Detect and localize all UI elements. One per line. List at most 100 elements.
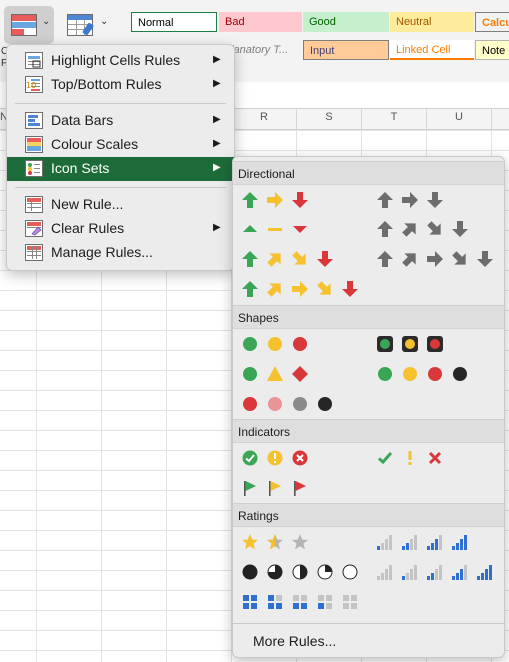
- menu-item-data-bars[interactable]: Data Bars ▶: [7, 109, 234, 133]
- signal-2-icon: [427, 565, 442, 580]
- quarter-empty-icon: [342, 564, 358, 580]
- menu-item-colour-scales[interactable]: Colour Scales ▶: [7, 133, 234, 157]
- flag-red-icon: [294, 481, 306, 496]
- submenu-arrow-icon: ▶: [213, 138, 221, 149]
- boxes-4-icon: [243, 595, 257, 609]
- icon-set-3-symbols-circled[interactable]: [241, 445, 331, 471]
- quarter-three-icon: [267, 564, 283, 580]
- column-header-u[interactable]: U: [449, 111, 469, 123]
- conditional-formatting-icon: [11, 14, 37, 36]
- arrow-down-right-gray-icon: [452, 251, 466, 265]
- format-as-table-button[interactable]: ⌄: [64, 6, 112, 44]
- triangle-down-red-icon: [293, 226, 307, 233]
- circle-red-icon: [243, 397, 257, 411]
- colour-scales-icon: [25, 136, 43, 153]
- star-half-icon: [267, 534, 283, 550]
- column-header-s[interactable]: S: [319, 111, 339, 123]
- menu-item-label: Top/Bottom Rules: [51, 76, 162, 92]
- circle-green-icon: [243, 367, 257, 381]
- menu-item-manage-rules[interactable]: Manage Rules...: [7, 241, 234, 265]
- conditional-formatting-menu: Highlight Cells Rules ▶ 10 Top/Bottom Ru…: [6, 44, 235, 271]
- icon-sets-icon: [25, 160, 43, 177]
- arrow-right-gray-icon: [402, 192, 418, 208]
- menu-item-label: New Rule...: [51, 196, 124, 212]
- menu-divider: [15, 103, 226, 104]
- menu-item-clear-rules[interactable]: Clear Rules ▶: [7, 217, 234, 241]
- cell-style-neutral[interactable]: Neutral: [390, 12, 474, 32]
- menu-divider: [15, 187, 226, 188]
- icon-set-5-arrows-gray[interactable]: [376, 246, 501, 272]
- exclamation-yellow-icon: [408, 451, 412, 465]
- arrow-up-right-yellow-icon: [267, 253, 281, 267]
- svg-text:10: 10: [26, 81, 36, 90]
- menu-item-top-bottom-rules[interactable]: 10 Top/Bottom Rules ▶: [7, 73, 234, 97]
- icon-set-3-stars[interactable]: [241, 529, 331, 555]
- circle-pink-icon: [268, 397, 282, 411]
- icon-set-5-ratings[interactable]: [376, 559, 501, 585]
- arrow-right-yellow-icon: [292, 281, 308, 297]
- icon-set-3-arrows-gray[interactable]: [376, 187, 466, 213]
- icon-set-4-arrows-colored[interactable]: [241, 246, 356, 272]
- icon-set-3-signs[interactable]: [241, 361, 331, 387]
- icon-set-4-arrows-gray[interactable]: [376, 216, 491, 242]
- menu-item-icon-sets[interactable]: Icon Sets ▶: [7, 157, 234, 181]
- circle-yellow-icon: [403, 367, 417, 381]
- circle-yellow-icon: [268, 337, 282, 351]
- circle-gray-icon: [293, 397, 307, 411]
- submenu-arrow-icon: ▶: [213, 78, 221, 89]
- icon-set-3-triangles[interactable]: [241, 216, 331, 242]
- column-header-t[interactable]: T: [384, 111, 404, 123]
- circle-green-icon: [243, 337, 257, 351]
- submenu-arrow-icon: ▶: [213, 114, 221, 125]
- flag-green-icon: [244, 481, 256, 496]
- arrow-up-gray-icon: [377, 192, 393, 208]
- arrow-up-green-icon: [242, 251, 258, 267]
- icon-set-3-symbols-uncircled[interactable]: [376, 445, 466, 471]
- cell-style-input[interactable]: Input: [303, 40, 389, 60]
- icon-set-4-ratings[interactable]: [376, 529, 491, 555]
- cell-style-bad[interactable]: Bad: [219, 12, 302, 32]
- arrow-right-yellow-icon: [267, 192, 283, 208]
- circle-red-icon: [293, 337, 307, 351]
- section-header-directional: Directional: [233, 161, 504, 185]
- arrow-up-right-yellow-icon: [267, 283, 281, 297]
- cell-style-normal[interactable]: Normal: [131, 12, 217, 32]
- traffic-light-red-icon: [427, 336, 443, 352]
- section-header-shapes: Shapes: [233, 305, 504, 329]
- traffic-light-yellow-icon: [402, 336, 418, 352]
- cell-style-note[interactable]: Note: [475, 40, 509, 60]
- triangle-up-green-icon: [243, 225, 257, 232]
- icon-set-3-flags[interactable]: [241, 475, 331, 501]
- icon-set-4-traffic-lights[interactable]: [376, 361, 491, 387]
- flag-yellow-icon: [269, 481, 281, 496]
- submenu-arrow-icon: ▶: [213, 162, 221, 173]
- column-header-r[interactable]: R: [254, 111, 274, 123]
- menu-item-highlight-cells-rules[interactable]: Highlight Cells Rules ▶: [7, 49, 234, 73]
- more-rules-button[interactable]: More Rules...: [253, 633, 336, 649]
- icon-set-3-arrows-colored[interactable]: [241, 187, 331, 213]
- icon-set-red-to-black[interactable]: [241, 391, 356, 417]
- dash-yellow-icon: [268, 228, 282, 231]
- conditional-formatting-button[interactable]: ⌄: [4, 6, 54, 44]
- circle-red-icon: [428, 367, 442, 381]
- quarter-full-icon: [242, 564, 258, 580]
- traffic-light-green-icon: [377, 336, 393, 352]
- boxes-1-icon: [318, 595, 332, 609]
- icon-set-5-boxes[interactable]: [241, 589, 366, 615]
- menu-item-new-rule[interactable]: New Rule...: [7, 193, 234, 217]
- circle-black-icon: [318, 397, 332, 411]
- icon-set-3-traffic-lights-rimmed[interactable]: [376, 331, 466, 357]
- exclamation-circle-yellow-icon: [267, 450, 283, 466]
- boxes-3-icon: [268, 595, 282, 609]
- cell-style-good[interactable]: Good: [303, 12, 389, 32]
- chevron-down-icon: ⌄: [42, 16, 51, 27]
- check-circle-green-icon: [242, 450, 258, 466]
- cell-style-linked-cell[interactable]: Linked Cell: [390, 40, 474, 60]
- icon-set-3-traffic-lights-unrimmed[interactable]: [241, 331, 331, 357]
- icon-set-5-arrows-colored[interactable]: [241, 276, 366, 302]
- cell-style-calculation[interactable]: Calcu: [475, 12, 509, 32]
- chevron-down-icon: ⌄: [100, 16, 109, 27]
- signal-3-icon: [452, 565, 467, 580]
- icon-set-5-quarters[interactable]: [241, 559, 358, 585]
- arrow-down-red-icon: [342, 281, 358, 297]
